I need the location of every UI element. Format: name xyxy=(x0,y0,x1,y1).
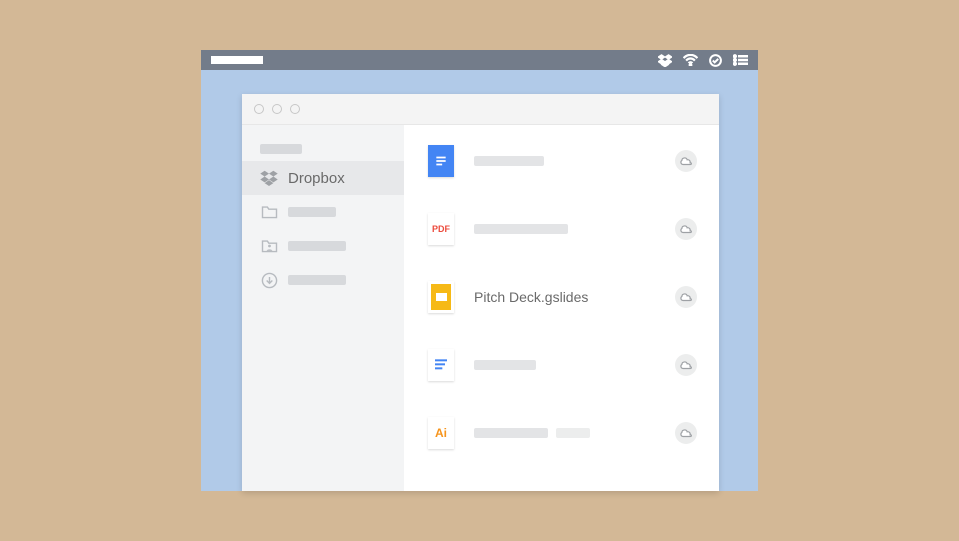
text-file-icon xyxy=(428,349,454,381)
file-name-placeholder xyxy=(474,360,536,370)
file-row[interactable] xyxy=(428,145,697,177)
close-dot[interactable] xyxy=(254,104,264,114)
file-row[interactable]: PDF xyxy=(428,213,697,245)
file-name-label: Pitch Deck.gslides xyxy=(474,289,588,305)
sidebar-item-shared-folder[interactable] xyxy=(242,229,404,263)
gslides-icon xyxy=(428,281,454,313)
file-row[interactable] xyxy=(428,349,697,381)
cloud-status-icon[interactable] xyxy=(675,354,697,376)
file-name-placeholder xyxy=(474,156,544,166)
list-icon[interactable] xyxy=(733,54,748,66)
finder-window: Dropbox xyxy=(242,94,719,491)
file-name-placeholder xyxy=(474,224,568,234)
folder-icon xyxy=(260,203,278,221)
sidebar-item-label: Dropbox xyxy=(288,170,345,187)
file-row[interactable]: Ai xyxy=(428,417,697,449)
sidebar-item-folder[interactable] xyxy=(242,195,404,229)
menubar xyxy=(201,50,758,70)
dropbox-icon xyxy=(260,169,278,187)
cloud-status-icon[interactable] xyxy=(675,150,697,172)
ai-file-icon: Ai xyxy=(428,417,454,449)
sidebar-heading xyxy=(242,139,404,159)
cloud-status-icon[interactable] xyxy=(675,422,697,444)
sidebar: Dropbox xyxy=(242,125,404,491)
sidebar-item-placeholder xyxy=(288,275,346,285)
wifi-icon[interactable] xyxy=(683,54,698,66)
desktop: Dropbox xyxy=(201,50,758,491)
zoom-dot[interactable] xyxy=(290,104,300,114)
gdoc-icon xyxy=(428,145,454,177)
sidebar-heading-placeholder xyxy=(260,144,302,154)
pdf-icon: PDF xyxy=(428,213,454,245)
minimize-dot[interactable] xyxy=(272,104,282,114)
file-list: PDF Pitch Deck.gslides xyxy=(404,125,719,491)
dropbox-icon[interactable] xyxy=(658,54,672,67)
cloud-status-icon[interactable] xyxy=(675,286,697,308)
sidebar-item-placeholder xyxy=(288,207,336,217)
sidebar-item-downloads[interactable] xyxy=(242,263,404,297)
person-folder-icon xyxy=(260,237,278,255)
download-icon xyxy=(260,271,278,289)
titlebar xyxy=(242,94,719,125)
file-name-placeholder xyxy=(556,428,590,438)
menubar-app-placeholder xyxy=(211,56,263,64)
sidebar-item-dropbox[interactable]: Dropbox xyxy=(242,161,404,195)
file-name-placeholder xyxy=(474,428,548,438)
sidebar-item-placeholder xyxy=(288,241,346,251)
sync-ok-icon[interactable] xyxy=(709,54,722,67)
cloud-status-icon[interactable] xyxy=(675,218,697,240)
file-row[interactable]: Pitch Deck.gslides xyxy=(428,281,697,313)
